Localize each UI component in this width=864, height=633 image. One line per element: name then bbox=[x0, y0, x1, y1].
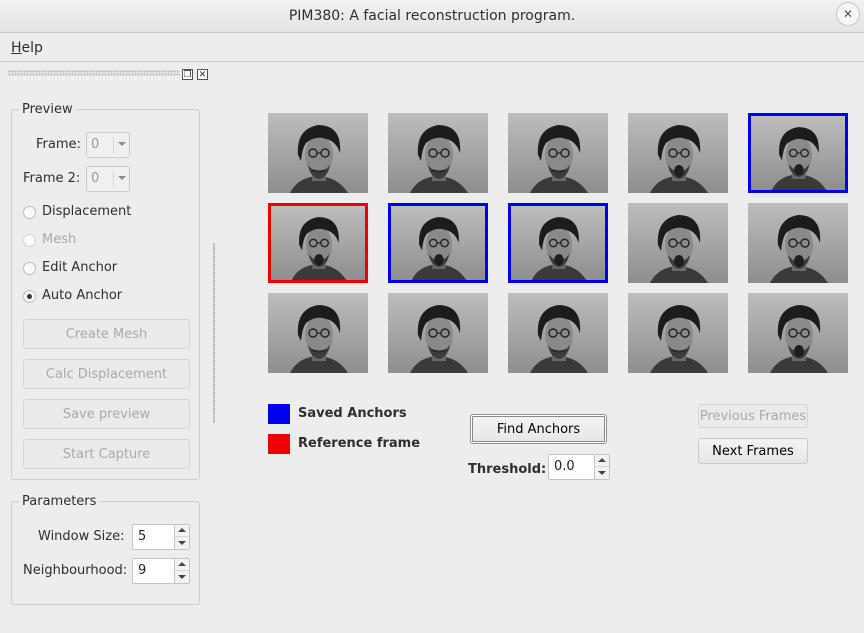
reference-frame-label: Reference frame bbox=[298, 436, 421, 451]
save-preview-button[interactable]: Save preview bbox=[23, 399, 190, 429]
frame-thumbnail[interactable] bbox=[268, 113, 368, 193]
arrow-down-icon bbox=[178, 575, 186, 579]
arrow-down-icon bbox=[178, 541, 186, 545]
frame2-label: Frame 2: bbox=[23, 171, 81, 186]
face-photo bbox=[388, 113, 488, 193]
previous-frames-button[interactable]: Previous Frames bbox=[698, 404, 808, 428]
arrow-down-icon bbox=[598, 471, 606, 475]
title-bar: PIM380: A facial reconstruction program.… bbox=[0, 0, 864, 33]
window-size-spinbox[interactable]: 5 bbox=[132, 524, 190, 550]
menu-help-rest: elp bbox=[21, 40, 43, 56]
neighbourhood-decrement[interactable] bbox=[174, 571, 189, 583]
face-photo bbox=[271, 206, 365, 280]
parameters-group bbox=[11, 501, 200, 605]
face-photo bbox=[508, 113, 608, 193]
radio-auto-anchor-label[interactable]: Auto Anchor bbox=[42, 288, 122, 303]
threshold-increment[interactable] bbox=[594, 455, 609, 467]
frame-thumbnail[interactable] bbox=[748, 113, 848, 193]
neighbourhood-value: 9 bbox=[138, 563, 147, 578]
frame-thumbnail[interactable] bbox=[628, 293, 728, 373]
radio-auto-anchor[interactable] bbox=[23, 290, 36, 303]
frame-label: Frame: bbox=[36, 137, 81, 152]
arrow-up-icon bbox=[598, 458, 606, 462]
saved-anchors-label: Saved Anchors bbox=[298, 406, 407, 421]
radio-edit-anchor[interactable] bbox=[23, 262, 36, 275]
frame-thumbnail[interactable] bbox=[628, 113, 728, 193]
window-size-label: Window Size: bbox=[38, 529, 125, 544]
window-title: PIM380: A facial reconstruction program. bbox=[288, 8, 576, 24]
float-icon: ❐ bbox=[183, 70, 192, 80]
frame-thumbnail[interactable] bbox=[388, 293, 488, 373]
radio-displacement[interactable] bbox=[23, 206, 36, 219]
frame-thumbnail[interactable] bbox=[508, 293, 608, 373]
frame-combo-value: 0 bbox=[91, 137, 100, 152]
frame-thumbnail[interactable] bbox=[748, 293, 848, 373]
face-photo bbox=[268, 113, 368, 193]
frame-thumbnail[interactable] bbox=[748, 203, 848, 283]
face-photo bbox=[628, 113, 728, 193]
frame-thumbnail[interactable] bbox=[508, 113, 608, 193]
calc-displacement-button[interactable]: Calc Displacement bbox=[23, 359, 190, 389]
frame-thumbnail[interactable] bbox=[628, 203, 728, 283]
radio-displacement-label[interactable]: Displacement bbox=[42, 204, 131, 219]
face-photo bbox=[751, 116, 845, 190]
threshold-spinbox[interactable]: 0.0 bbox=[548, 454, 610, 480]
close-icon: ✕ bbox=[198, 70, 207, 80]
frame-thumbnail[interactable] bbox=[268, 203, 368, 283]
chevron-down-icon bbox=[118, 176, 126, 180]
frame2-combo-value: 0 bbox=[91, 171, 100, 186]
window-size-value: 5 bbox=[138, 529, 147, 544]
create-mesh-button[interactable]: Create Mesh bbox=[23, 319, 190, 349]
close-icon: ✕ bbox=[842, 7, 854, 21]
radio-mesh[interactable] bbox=[23, 234, 36, 247]
close-button[interactable]: ✕ bbox=[836, 2, 860, 26]
radio-mesh-label[interactable]: Mesh bbox=[42, 232, 76, 247]
frame-thumbnail[interactable] bbox=[388, 113, 488, 193]
chevron-down-icon bbox=[118, 142, 126, 146]
frame-thumbnail[interactable] bbox=[388, 203, 488, 283]
dock-title-grip[interactable] bbox=[8, 70, 180, 76]
face-photo bbox=[268, 293, 368, 373]
frame-combo[interactable]: 0 bbox=[86, 132, 130, 158]
face-photo bbox=[388, 293, 488, 373]
parameters-group-title: Parameters bbox=[19, 494, 100, 509]
frame-thumbnail[interactable] bbox=[268, 293, 368, 373]
window-size-decrement[interactable] bbox=[174, 537, 189, 549]
find-anchors-button[interactable]: Find Anchors bbox=[470, 414, 607, 444]
threshold-value: 0.0 bbox=[554, 459, 575, 474]
dock-float-button[interactable]: ❐ bbox=[182, 69, 193, 80]
face-photo bbox=[628, 203, 728, 283]
menu-help[interactable]: Help bbox=[11, 40, 43, 56]
face-photo bbox=[508, 293, 608, 373]
dock-splitter[interactable] bbox=[213, 243, 215, 423]
arrow-up-icon bbox=[178, 528, 186, 532]
face-photo bbox=[511, 206, 605, 280]
face-photo bbox=[628, 293, 728, 373]
reference-frame-swatch bbox=[268, 434, 290, 454]
threshold-label: Threshold: bbox=[468, 462, 547, 477]
menu-help-mnemonic: H bbox=[11, 40, 22, 56]
menu-bar: Help bbox=[0, 34, 864, 62]
face-photo bbox=[391, 206, 485, 280]
frame-thumbnail[interactable] bbox=[508, 203, 608, 283]
arrow-up-icon bbox=[178, 562, 186, 566]
neighbourhood-label: Neighbourhood: bbox=[23, 563, 128, 578]
threshold-decrement[interactable] bbox=[594, 467, 609, 479]
radio-edit-anchor-label[interactable]: Edit Anchor bbox=[42, 260, 117, 275]
face-photo bbox=[748, 203, 848, 283]
saved-anchors-swatch bbox=[268, 404, 290, 424]
next-frames-button[interactable]: Next Frames bbox=[698, 438, 808, 464]
window-size-increment[interactable] bbox=[174, 525, 189, 537]
start-capture-button[interactable]: Start Capture bbox=[23, 439, 190, 469]
neighbourhood-spinbox[interactable]: 9 bbox=[132, 558, 190, 584]
dock-close-button[interactable]: ✕ bbox=[197, 69, 208, 80]
preview-group-title: Preview bbox=[19, 102, 76, 117]
face-photo bbox=[748, 293, 848, 373]
frame2-combo[interactable]: 0 bbox=[86, 166, 130, 192]
neighbourhood-increment[interactable] bbox=[174, 559, 189, 571]
